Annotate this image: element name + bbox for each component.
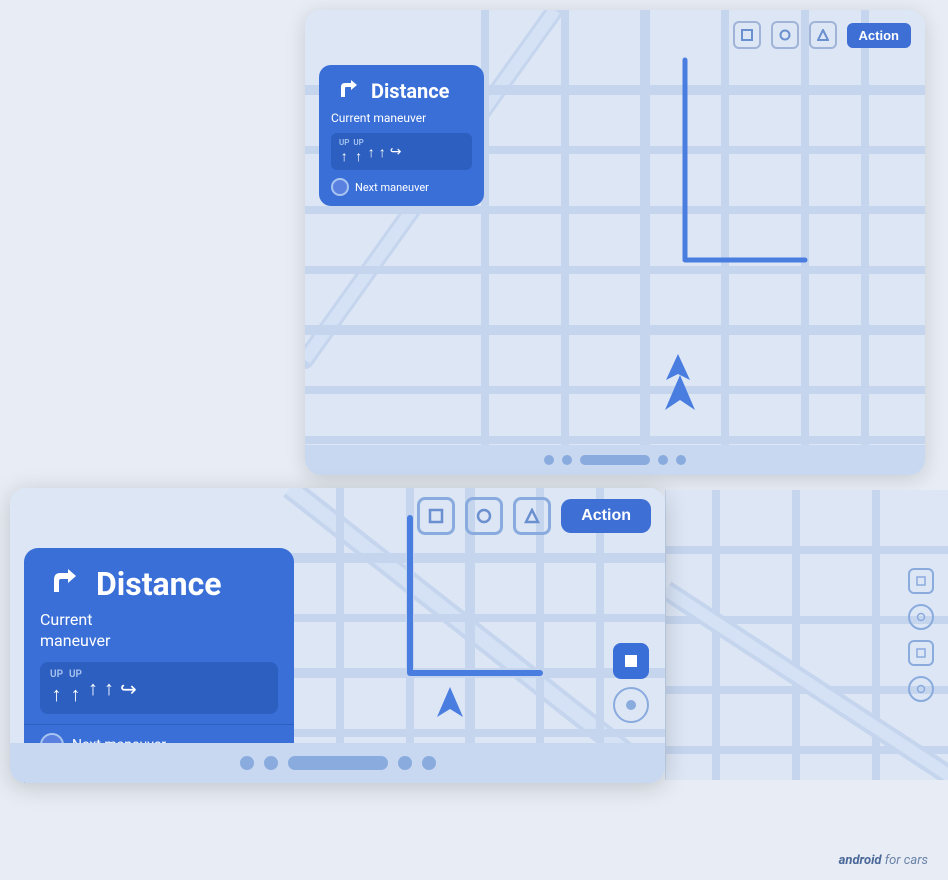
turn-arrow-small	[40, 562, 84, 606]
lanes-row-large: UP ↑ UP ↑ ↑ ↑ ↪	[331, 133, 472, 170]
lane-item: UP ↑	[353, 138, 363, 165]
right-panel	[665, 490, 948, 780]
bottom-dot-1	[544, 455, 554, 465]
lane-item: ↪	[390, 143, 402, 160]
nav-card-large: Distance Current maneuver UP ↑ UP ↑ ↑ ↑	[319, 65, 484, 206]
small-card-topbar: Action	[10, 488, 665, 543]
bottom-dot-4	[676, 455, 686, 465]
turn-arrow-large	[331, 75, 363, 107]
maneuver-text-large: Current maneuver	[331, 111, 472, 125]
small-card: Action Distance Currentmaneuver UP ↑ UP	[10, 488, 665, 783]
circle-button-small[interactable]	[465, 497, 503, 535]
large-card: Action Distance Current maneuver UP ↑ UP…	[305, 10, 925, 475]
square-button-small[interactable]	[417, 497, 455, 535]
distance-text-small: Distance	[96, 565, 222, 603]
lane-item: ↑	[379, 143, 386, 161]
brand-suffix: for cars	[882, 853, 928, 868]
next-maneuver-row-large: Next maneuver	[331, 178, 472, 196]
right-panel-icons	[908, 568, 934, 702]
small-card-bottom-bar	[10, 743, 665, 783]
distance-text-large: Distance	[371, 79, 449, 103]
map-square-btn[interactable]	[613, 643, 649, 679]
lane-item-lg: UP ↑	[50, 669, 63, 707]
rp-square-btn-2[interactable]	[908, 640, 934, 666]
rp-circle-btn-1[interactable]	[908, 604, 934, 630]
brand-android: android	[839, 853, 882, 868]
bottom-dot-lg-1	[240, 756, 254, 770]
map-circle-btn[interactable]	[613, 687, 649, 723]
lane-item-lg: ↑	[88, 674, 98, 701]
nav-arrow-large	[660, 350, 696, 390]
distance-row-small: Distance	[40, 562, 278, 606]
bottom-dot-lg-4	[422, 756, 436, 770]
triangle-button-small[interactable]	[513, 497, 551, 535]
large-card-bottom-bar	[305, 445, 925, 475]
nav-card-main: Distance Currentmaneuver UP ↑ UP ↑ ↑	[24, 548, 294, 724]
large-card-topbar: Action	[305, 10, 925, 60]
distance-row-large: Distance	[331, 75, 472, 107]
next-maneuver-dot-large	[331, 178, 349, 196]
action-button-small[interactable]: Action	[561, 499, 651, 533]
square-button-large[interactable]	[733, 21, 761, 49]
lane-item: UP ↑	[339, 138, 349, 165]
lane-item-lg: ↪	[120, 675, 137, 701]
bottom-dot-3	[658, 455, 668, 465]
action-button-large[interactable]: Action	[847, 23, 911, 48]
bottom-dot-2	[562, 455, 572, 465]
triangle-button-large[interactable]	[809, 21, 837, 49]
android-for-cars-brand: android for cars	[839, 853, 928, 868]
lanes-row-small: UP ↑ UP ↑ ↑ ↑ ↪	[40, 662, 278, 714]
lane-item-lg: ↑	[104, 674, 114, 701]
rp-circle-btn-2[interactable]	[908, 676, 934, 702]
lane-item-lg: UP ↑	[69, 669, 82, 707]
nav-arrow-small	[430, 683, 470, 727]
map-side-buttons	[613, 643, 649, 723]
circle-button-large[interactable]	[771, 21, 799, 49]
bottom-dot-lg-3	[398, 756, 412, 770]
bottom-pill	[580, 455, 650, 465]
bottom-pill-lg	[288, 756, 388, 770]
rp-square-btn[interactable]	[908, 568, 934, 594]
bottom-dot-lg-2	[264, 756, 278, 770]
lane-item: ↑	[368, 143, 375, 161]
maneuver-text-small: Currentmaneuver	[40, 610, 278, 652]
next-maneuver-text-large: Next maneuver	[355, 181, 429, 194]
